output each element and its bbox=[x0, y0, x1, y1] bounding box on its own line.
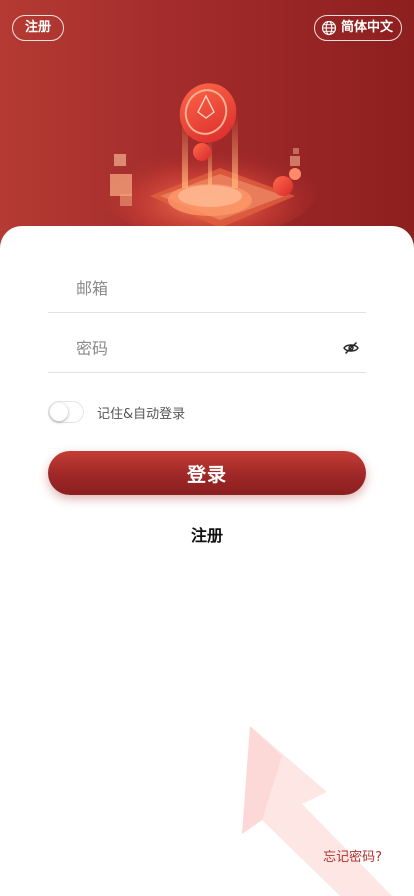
email-input[interactable] bbox=[48, 264, 328, 312]
login-card: 记住&自动登录 登录 注册 忘记密码? bbox=[0, 226, 414, 896]
language-label: 简体中文 bbox=[340, 20, 393, 35]
crypto-platform-illustration bbox=[98, 83, 318, 238]
register-button[interactable]: 注册 bbox=[12, 15, 64, 41]
register-link[interactable]: 注册 bbox=[0, 522, 414, 546]
password-field-row bbox=[48, 324, 366, 373]
register-button-label: 注册 bbox=[24, 20, 51, 35]
remember-toggle[interactable] bbox=[48, 401, 84, 423]
toggle-knob bbox=[50, 403, 68, 421]
remember-row: 记住&自动登录 bbox=[48, 400, 185, 424]
email-field-row bbox=[48, 264, 366, 313]
globe-icon bbox=[321, 20, 337, 36]
decorative-arrow-graphic bbox=[242, 726, 392, 896]
hero-banner: 注册 简体中文 bbox=[0, 0, 414, 250]
login-button[interactable]: 登录 bbox=[48, 451, 366, 495]
language-selector[interactable]: 简体中文 bbox=[313, 15, 402, 41]
remember-label: 记住&自动登录 bbox=[97, 406, 186, 422]
login-button-label: 登录 bbox=[186, 463, 227, 486]
forgot-password-link[interactable]: 忘记密码? bbox=[323, 846, 382, 865]
eye-off-icon[interactable] bbox=[342, 340, 360, 356]
password-input[interactable] bbox=[48, 324, 328, 372]
